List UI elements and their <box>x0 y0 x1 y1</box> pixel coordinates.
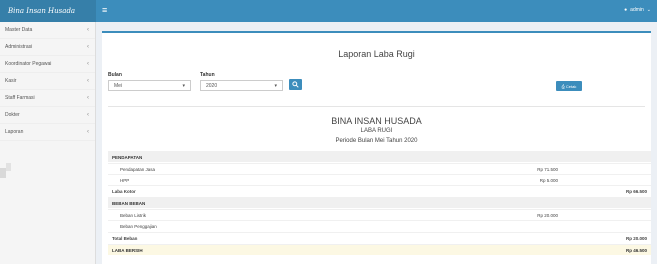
sidebar-item-kasir[interactable]: Kasir ‹ <box>0 73 95 90</box>
row-amount: Rp 5.000 <box>539 177 558 183</box>
chevron-left-icon: ‹ <box>87 112 89 118</box>
print-button[interactable]: ⎙ Cetak <box>556 81 582 91</box>
top-bar: Bina Insan Husada ≡ ● admin ⌄ <box>0 0 657 22</box>
chevron-down-icon: ▾ <box>182 82 185 89</box>
company-name: BINA INSAN HUSADA <box>331 116 422 126</box>
chevron-down-icon: ▾ <box>274 82 277 89</box>
sidebar-item-staff-farmasi[interactable]: Staff Farmasi ‹ <box>0 90 95 107</box>
table-row: PENDAPATAN <box>108 151 651 162</box>
sidebar-item-label: Staff Farmasi <box>5 95 35 101</box>
table-row: LABA BERSIH Rp 46.500 <box>108 244 651 255</box>
row-label: PENDAPATAN <box>112 154 143 160</box>
row-label: Laba Kotor <box>112 188 136 194</box>
chevron-left-icon: ‹ <box>87 61 89 67</box>
chevron-left-icon: ‹ <box>87 27 89 33</box>
table-row: BEBAN BEBAN <box>108 197 651 208</box>
chevron-left-icon: ‹ <box>87 95 89 101</box>
search-button[interactable] <box>289 79 302 90</box>
sidebar-item-label: Master Data <box>5 27 33 33</box>
report-subtitle: LABA RUGI <box>360 128 393 134</box>
print-button-label: Cetak <box>565 83 577 89</box>
sidebar-item-label: Dokter <box>5 112 20 118</box>
menu-toggle-icon[interactable]: ≡ <box>102 5 107 15</box>
row-label: Beban Penggajian <box>120 223 157 229</box>
user-menu[interactable]: ● admin ⌄ <box>624 7 651 13</box>
sidebar-item-label: Koordinator Pegawai <box>5 61 52 67</box>
table-row: Beban Listrik Rp 20.000 <box>108 209 651 220</box>
bulan-label: Bulan <box>108 72 122 78</box>
print-icon: ⎙ <box>561 83 565 89</box>
row-label: Total Beban <box>112 235 138 241</box>
table-row: Laba Kotor Rp 66.500 <box>108 185 651 196</box>
sidebar-item-administrasi[interactable]: Administrasi ‹ <box>0 39 95 56</box>
divider <box>108 106 645 107</box>
search-icon <box>292 81 299 88</box>
row-label: BEBAN BEBAN <box>112 200 146 206</box>
table-row: Pendapatan Jasa Rp 71.500 <box>108 163 651 174</box>
user-name: admin <box>630 7 644 13</box>
bulan-select[interactable]: Mei ▾ <box>108 80 191 91</box>
sidebar-item-dokter[interactable]: Dokter ‹ <box>0 107 95 124</box>
table-row: Beban Penggajian <box>108 220 651 231</box>
sidebar: Master Data ‹ Administrasi ‹ Koordinator… <box>0 22 96 264</box>
row-label: Beban Listrik <box>120 212 147 218</box>
main-content: Laporan Laba Rugi Bulan Mei ▾ Tahun 2020… <box>96 22 657 264</box>
chevron-down-icon: ⌄ <box>646 7 651 13</box>
page-edge-shadow <box>6 163 11 171</box>
row-total: Rp 20.000 <box>625 235 647 241</box>
sidebar-item-laporan[interactable]: Laporan ‹ <box>0 124 95 141</box>
sidebar-item-koordinator-pegawai[interactable]: Koordinator Pegawai ‹ <box>0 56 95 73</box>
tahun-label: Tahun <box>200 72 215 78</box>
sidebar-item-master-data[interactable]: Master Data ‹ <box>0 22 95 39</box>
app-logo[interactable]: Bina Insan Husada <box>0 0 96 22</box>
chevron-left-icon: ‹ <box>87 129 89 135</box>
row-total: Rp 66.500 <box>625 188 647 194</box>
row-label: HPP <box>120 177 130 183</box>
table-row: HPP Rp 5.000 <box>108 174 651 185</box>
row-total: Rp 46.500 <box>625 247 647 253</box>
chevron-left-icon: ‹ <box>87 78 89 84</box>
table-row: Total Beban Rp 20.000 <box>108 232 651 243</box>
tahun-value: 2020 <box>206 82 218 89</box>
sidebar-item-label: Kasir <box>5 78 17 84</box>
sidebar-item-label: Administrasi <box>5 44 33 50</box>
chevron-left-icon: ‹ <box>87 44 89 50</box>
report-period: Periode Bulan Mei Tahun 2020 <box>335 138 418 144</box>
tahun-select[interactable]: 2020 ▾ <box>200 80 283 91</box>
bulan-value: Mei <box>114 82 123 89</box>
row-amount: Rp 71.500 <box>537 166 558 172</box>
row-label: LABA BERSIH <box>112 247 143 253</box>
user-icon: ● <box>624 7 628 13</box>
row-label: Pendapatan Jasa <box>120 166 156 172</box>
sidebar-item-label: Laporan <box>5 129 24 135</box>
page-title: Laporan Laba Rugi <box>338 49 415 59</box>
report-box: Laporan Laba Rugi Bulan Mei ▾ Tahun 2020… <box>102 31 651 264</box>
navbar: ≡ ● admin ⌄ <box>96 0 657 22</box>
row-amount: Rp 20.000 <box>537 212 558 218</box>
